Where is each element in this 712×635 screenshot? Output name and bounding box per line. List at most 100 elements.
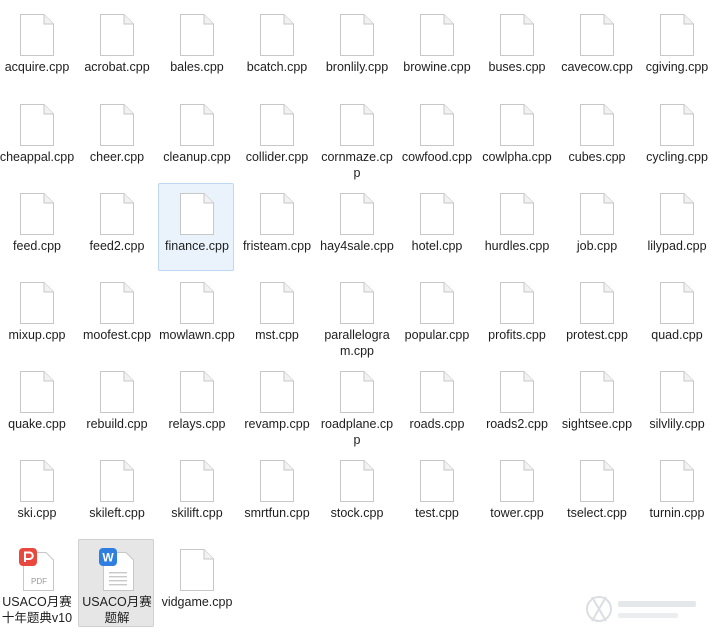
file-item[interactable]: skilift.cpp (158, 450, 234, 538)
file-item[interactable]: ski.cpp (0, 450, 74, 538)
file-item[interactable]: finance.cpp (158, 183, 234, 271)
file-name-label: test.cpp (415, 506, 459, 520)
file-item[interactable]: popular.cpp (398, 272, 474, 360)
file-item[interactable]: mst.cpp (238, 272, 314, 360)
file-item[interactable]: roads.cpp (398, 361, 474, 449)
file-icon (499, 281, 535, 325)
file-item[interactable]: job.cpp (558, 183, 634, 271)
file-name-label: rebuild.cpp (86, 417, 148, 431)
file-name-label: quad.cpp (651, 328, 703, 342)
file-item[interactable]: fristeam.cpp (238, 183, 314, 271)
file-icon (339, 370, 375, 414)
file-item[interactable]: parallelogram.cpp (318, 272, 394, 360)
file-item[interactable]: rebuild.cpp (78, 361, 154, 449)
file-icon (339, 103, 375, 147)
file-item[interactable]: cleanup.cpp (158, 94, 234, 182)
file-item[interactable]: cheappal.cpp (0, 94, 74, 182)
file-name-label: cleanup.cpp (163, 150, 231, 164)
file-name-label: cornmaze.cpp (321, 150, 393, 180)
file-item[interactable]: revamp.cpp (238, 361, 314, 449)
file-item[interactable]: quad.cpp (638, 272, 712, 360)
file-icon (99, 281, 135, 325)
file-item[interactable]: cowfood.cpp (398, 94, 474, 182)
file-item[interactable]: smrtfun.cpp (238, 450, 314, 538)
file-icon (19, 370, 55, 414)
file-item[interactable]: cheer.cpp (78, 94, 154, 182)
file-item[interactable]: hay4sale.cpp (318, 183, 394, 271)
file-name-label: relays.cpp (168, 417, 226, 431)
file-item[interactable]: turnin.cpp (638, 450, 712, 538)
file-item[interactable]: roadplane.cpp (318, 361, 394, 449)
file-item[interactable]: collider.cpp (238, 94, 314, 182)
file-name-label: buses.cpp (488, 60, 546, 74)
file-item[interactable]: feed.cpp (0, 183, 74, 271)
file-item[interactable]: protest.cpp (558, 272, 634, 360)
file-item[interactable]: acquire.cpp (0, 4, 74, 92)
file-item[interactable]: roads2.cpp (478, 361, 554, 449)
file-icon (19, 103, 55, 147)
file-icon (579, 192, 615, 236)
file-item[interactable]: test.cpp (398, 450, 474, 538)
file-icon (499, 370, 535, 414)
file-icon (259, 13, 295, 57)
file-item[interactable]: cavecow.cpp (558, 4, 634, 92)
file-item[interactable]: bronlily.cpp (318, 4, 394, 92)
file-name-label: smrtfun.cpp (244, 506, 310, 520)
file-icon (499, 459, 535, 503)
file-item[interactable]: browine.cpp (398, 4, 474, 92)
file-item[interactable]: acrobat.cpp (78, 4, 154, 92)
file-item[interactable]: feed2.cpp (78, 183, 154, 271)
file-name-label: cavecow.cpp (561, 60, 633, 74)
file-item[interactable]: moofest.cpp (78, 272, 154, 360)
file-item[interactable]: hotel.cpp (398, 183, 474, 271)
file-item[interactable]: vidgame.cpp (158, 539, 234, 627)
file-name-label: tower.cpp (490, 506, 544, 520)
file-item[interactable]: cornmaze.cpp (318, 94, 394, 182)
file-item[interactable]: mixup.cpp (0, 272, 74, 360)
file-item[interactable]: sightsee.cpp (558, 361, 634, 449)
file-name-label: hay4sale.cpp (320, 239, 394, 253)
file-grid: acquire.cpp acrobat.cpp bales.cpp bcatch.cp… (0, 0, 712, 635)
file-item[interactable]: lilypad.cpp (638, 183, 712, 271)
file-item[interactable]: cowlpha.cpp (478, 94, 554, 182)
file-name-label: collider.cpp (245, 150, 309, 164)
file-item[interactable]: mowlawn.cpp (158, 272, 235, 360)
file-icon (499, 103, 535, 147)
file-icon (259, 281, 295, 325)
file-item[interactable]: cycling.cpp (638, 94, 712, 182)
file-item[interactable]: hurdles.cpp (478, 183, 554, 271)
file-name-label: sightsee.cpp (561, 417, 633, 431)
file-item[interactable]: W USACO月赛题解 (78, 539, 154, 627)
file-item[interactable]: cgiving.cpp (638, 4, 712, 92)
file-name-label: finance.cpp (165, 239, 229, 253)
file-item[interactable]: tselect.cpp (558, 450, 634, 538)
file-name-label: silvlily.cpp (649, 417, 705, 431)
file-icon (179, 548, 215, 592)
file-icon (99, 370, 135, 414)
file-icon (659, 281, 695, 325)
file-name-label: feed2.cpp (89, 239, 145, 253)
file-item[interactable]: stock.cpp (318, 450, 394, 538)
file-item[interactable]: relays.cpp (158, 361, 234, 449)
file-item[interactable]: tower.cpp (478, 450, 554, 538)
file-item[interactable]: quake.cpp (0, 361, 74, 449)
file-item[interactable]: cubes.cpp (558, 94, 634, 182)
file-item[interactable]: bcatch.cpp (238, 4, 314, 92)
file-icon (419, 13, 455, 57)
file-icon (179, 192, 215, 236)
file-icon (339, 13, 375, 57)
file-name-label: parallelogram.cpp (324, 328, 390, 358)
file-item[interactable]: bales.cpp (158, 4, 234, 92)
file-item[interactable]: skileft.cpp (78, 450, 154, 538)
file-item[interactable]: buses.cpp (478, 4, 554, 92)
file-item[interactable]: PDF USACO月赛十年题典v10 (0, 539, 74, 627)
file-item[interactable]: silvlily.cpp (638, 361, 712, 449)
file-icon (419, 192, 455, 236)
file-icon (179, 459, 215, 503)
file-name-label: cheer.cpp (89, 150, 145, 164)
file-icon (499, 192, 535, 236)
file-item[interactable]: profits.cpp (478, 272, 554, 360)
file-icon (659, 13, 695, 57)
pdf-icon-text: PDF (31, 577, 47, 586)
file-name-label: bales.cpp (170, 60, 224, 74)
